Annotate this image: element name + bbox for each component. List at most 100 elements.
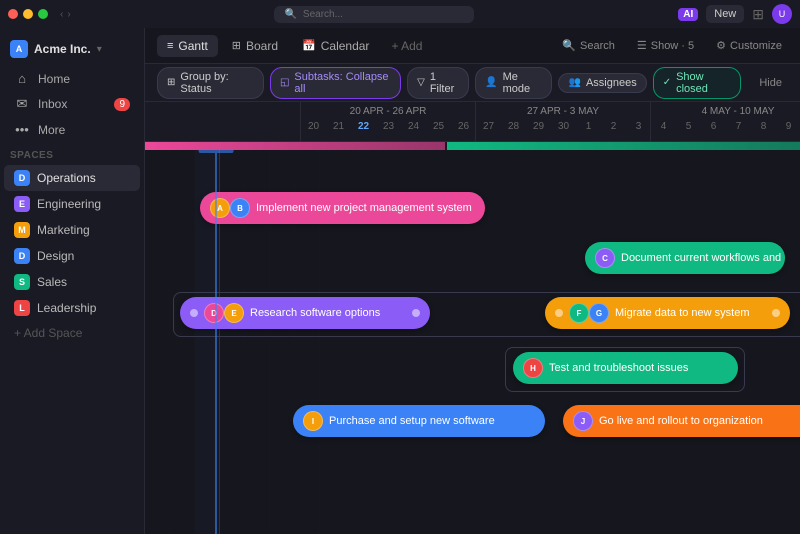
task-pill[interactable]: C Document current workflows and process… <box>585 242 785 274</box>
space-icon: E <box>14 196 30 212</box>
week-days: 20 21 22 23 24 25 26 <box>301 119 475 134</box>
date-day: 26 <box>451 119 476 134</box>
subtasks-icon: ◱ <box>280 77 289 88</box>
filter-icon: ▽ <box>417 77 425 88</box>
new-button[interactable]: New <box>706 5 744 23</box>
sidebar-item-leadership[interactable]: L Leadership <box>4 295 140 321</box>
task-avatar: A <box>210 198 230 218</box>
check-icon: ✓ <box>663 77 671 88</box>
grid-col <box>145 142 170 534</box>
date-day: 29 <box>526 119 551 134</box>
show-label: Show · 5 <box>651 40 694 52</box>
search-input[interactable]: 🔍 Search... <box>274 6 474 23</box>
avatar[interactable]: U <box>772 4 792 24</box>
space-label: Engineering <box>37 197 101 211</box>
task-pill[interactable]: D E Research software options <box>180 297 430 329</box>
search-action[interactable]: 🔍 Search <box>556 36 621 55</box>
task-pill[interactable]: A B Implement new project management sys… <box>200 192 485 224</box>
show-action[interactable]: ☰ Show · 5 <box>631 36 700 55</box>
close-button[interactable] <box>8 9 18 19</box>
title-bar-search: 🔍 Search... <box>79 6 671 23</box>
assignees-filter[interactable]: 👥 Assignees <box>558 73 646 93</box>
me-mode-filter[interactable]: 👤 Me mode <box>475 67 552 99</box>
show-closed-filter[interactable]: ✓ Show closed <box>653 67 742 99</box>
workspace-header[interactable]: A Acme Inc. ▾ <box>0 36 144 66</box>
task-pill[interactable]: F G Migrate data to new system <box>545 297 790 329</box>
task-avatar: E <box>224 303 244 323</box>
tab-actions: 🔍 Search ☰ Show · 5 ⚙ Customize <box>556 36 788 55</box>
drag-handle-right <box>772 309 780 317</box>
add-space-button[interactable]: + Add Space <box>4 321 140 345</box>
tab-label: Board <box>246 39 278 53</box>
task-label: Implement new project management system <box>256 202 472 214</box>
search-icon: 🔍 <box>284 9 296 20</box>
sidebar-item-home[interactable]: ⌂ Home <box>4 66 140 91</box>
task-label: Go live and rollout to organization <box>599 415 763 427</box>
tab-gantt[interactable]: ≡ Gantt <box>157 35 218 57</box>
space-icon: S <box>14 274 30 290</box>
customize-label: Customize <box>730 40 782 52</box>
task-avatar: C <box>595 248 615 268</box>
board-icon: ⊞ <box>232 39 241 52</box>
date-day: 8 <box>751 119 776 134</box>
sidebar-item-label: More <box>38 123 65 137</box>
sidebar-item-operations[interactable]: D Operations <box>4 165 140 191</box>
sidebar-item-marketing[interactable]: M Marketing <box>4 217 140 243</box>
tab-calendar[interactable]: 📅 Calendar <box>292 35 379 57</box>
grid-icon[interactable]: ⊞ <box>752 6 764 23</box>
date-day-today: 22 <box>351 119 376 134</box>
date-day: 9 <box>776 119 800 134</box>
task-pill[interactable]: I Purchase and setup new software <box>293 405 545 437</box>
date-day: 21 <box>326 119 351 134</box>
task-avatar: J <box>573 411 593 431</box>
inbox-icon: ✉ <box>14 96 30 112</box>
task-label: Migrate data to new system <box>615 307 750 319</box>
task-pill[interactable]: H Test and troubleshoot issues <box>513 352 738 384</box>
sidebar-item-inbox[interactable]: ✉ Inbox 9 <box>4 91 140 117</box>
date-day: 3 <box>626 119 651 134</box>
sidebar-item-more[interactable]: ••• More <box>4 117 140 142</box>
sidebar-item-sales[interactable]: S Sales <box>4 269 140 295</box>
filter-label: Show closed <box>676 71 731 95</box>
customize-action[interactable]: ⚙ Customize <box>710 36 788 55</box>
sidebar-item-engineering[interactable]: E Engineering <box>4 191 140 217</box>
task-pill[interactable]: J Go live and rollout to organization <box>563 405 800 437</box>
minimize-button[interactable] <box>23 9 33 19</box>
back-arrow[interactable]: ‹ <box>60 9 63 20</box>
hide-button[interactable]: Hide <box>753 74 788 92</box>
task-avatar: I <box>303 411 323 431</box>
gantt-dates: 20 APR - 26 APR 20 21 22 23 24 25 26 <box>300 102 800 141</box>
sidebar-item-design[interactable]: D Design <box>4 243 140 269</box>
date-day: 6 <box>701 119 726 134</box>
maximize-button[interactable] <box>38 9 48 19</box>
date-day: 27 <box>476 119 501 134</box>
search-icon: 🔍 <box>562 39 576 52</box>
tab-board[interactable]: ⊞ Board <box>222 35 288 57</box>
subtasks-filter[interactable]: ◱ Subtasks: Collapse all <box>270 67 401 99</box>
date-day: 7 <box>726 119 751 134</box>
spaces-label: Spaces <box>0 142 144 165</box>
filter-button[interactable]: ▽ 1 Filter <box>407 67 469 99</box>
gantt-body: TODAY A B Implement new project manageme… <box>145 142 800 534</box>
sidebar-item-label: Inbox <box>38 97 67 111</box>
task-avatar: G <box>589 303 609 323</box>
ai-badge[interactable]: AI <box>678 8 698 21</box>
people-icon: 👥 <box>568 77 580 88</box>
add-tab-button[interactable]: + Add <box>383 35 430 57</box>
filter-label: 1 Filter <box>430 71 459 95</box>
space-label: Sales <box>37 275 67 289</box>
workspace-name: Acme Inc. <box>34 42 91 56</box>
gear-icon: ⚙ <box>716 39 726 52</box>
show-icon: ☰ <box>637 39 647 52</box>
calendar-icon: 📅 <box>302 39 316 52</box>
tab-bar: ≡ Gantt ⊞ Board 📅 Calendar + Add 🔍 <box>145 28 800 64</box>
add-space-label: + Add Space <box>14 326 82 340</box>
task-avatar: B <box>230 198 250 218</box>
space-label: Leadership <box>37 301 96 315</box>
forward-arrow[interactable]: › <box>67 9 70 20</box>
space-label: Marketing <box>37 223 90 237</box>
home-icon: ⌂ <box>14 71 30 86</box>
progress-bar-2 <box>447 142 800 150</box>
week-label: 4 MAY - 10 MAY <box>651 102 800 119</box>
group-by-filter[interactable]: ⊞ Group by: Status <box>157 67 264 99</box>
